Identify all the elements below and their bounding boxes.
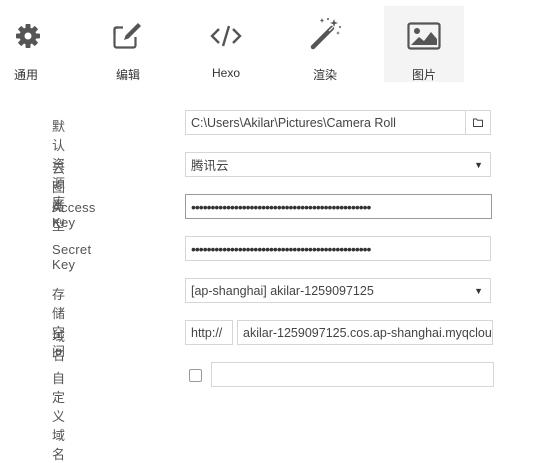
- code-icon: [210, 25, 242, 47]
- magic-wand-icon: [310, 18, 341, 50]
- tab-render[interactable]: 渲染: [294, 6, 356, 82]
- settings-toolbar: 通用 编辑 Hexo 渲染 图片: [0, 0, 545, 82]
- custom-domain-checkbox[interactable]: [189, 369, 202, 382]
- secret-key-input[interactable]: ••••••••••••••••••••••••••••••••••••••••…: [185, 236, 491, 261]
- domain-value: akilar-1259097125.cos.ap-shanghai.myqclo…: [243, 325, 492, 340]
- library-path-value: C:\Users\Akilar\Pictures\Camera Roll: [191, 115, 396, 130]
- domain-label: 域名: [52, 329, 66, 363]
- gear-icon: [16, 24, 40, 48]
- storage-bucket-value: [ap-shanghai] akilar-1259097125: [191, 283, 374, 298]
- tab-editor[interactable]: 编辑: [98, 6, 158, 82]
- custom-domain-input[interactable]: [211, 362, 494, 387]
- tab-hexo-label: Hexo: [211, 66, 240, 80]
- access-key-input[interactable]: ••••••••••••••••••••••••••••••••••••••••…: [185, 194, 492, 219]
- tab-general-label: 通用: [14, 68, 39, 82]
- tab-hexo[interactable]: Hexo: [196, 6, 256, 82]
- domain-protocol-select[interactable]: http://: [185, 320, 233, 345]
- image-icon: [407, 22, 441, 50]
- domain-protocol-value: http://: [191, 325, 223, 340]
- browse-folder-button[interactable]: [465, 111, 490, 134]
- cloud-type-value: 腾讯云: [191, 159, 229, 173]
- access-key-label: Access Key: [52, 200, 96, 230]
- tab-images-label: 图片: [411, 68, 436, 82]
- tab-render-label: 渲染: [312, 68, 337, 82]
- custom-domain-label: 自定义域名: [52, 371, 66, 462]
- secret-key-value: ••••••••••••••••••••••••••••••••••••••••…: [191, 240, 371, 257]
- cloud-type-select[interactable]: 腾讯云 ▼: [185, 152, 491, 177]
- chevron-down-icon: ▼: [474, 159, 483, 170]
- domain-input[interactable]: akilar-1259097125.cos.ap-shanghai.myqclo…: [237, 320, 493, 345]
- storage-bucket-select[interactable]: [ap-shanghai] akilar-1259097125 ▼: [185, 278, 491, 303]
- tab-editor-label: 编辑: [115, 68, 140, 82]
- folder-icon: [473, 118, 483, 127]
- chevron-down-icon: ▼: [474, 285, 483, 296]
- tab-general[interactable]: 通用: [0, 6, 56, 82]
- edit-icon: [113, 23, 144, 49]
- secret-key-label: Secret Key: [52, 242, 92, 272]
- tab-images[interactable]: 图片: [384, 6, 464, 82]
- access-key-value: ••••••••••••••••••••••••••••••••••••••••…: [191, 198, 371, 215]
- library-path-field[interactable]: C:\Users\Akilar\Pictures\Camera Roll: [185, 110, 491, 135]
